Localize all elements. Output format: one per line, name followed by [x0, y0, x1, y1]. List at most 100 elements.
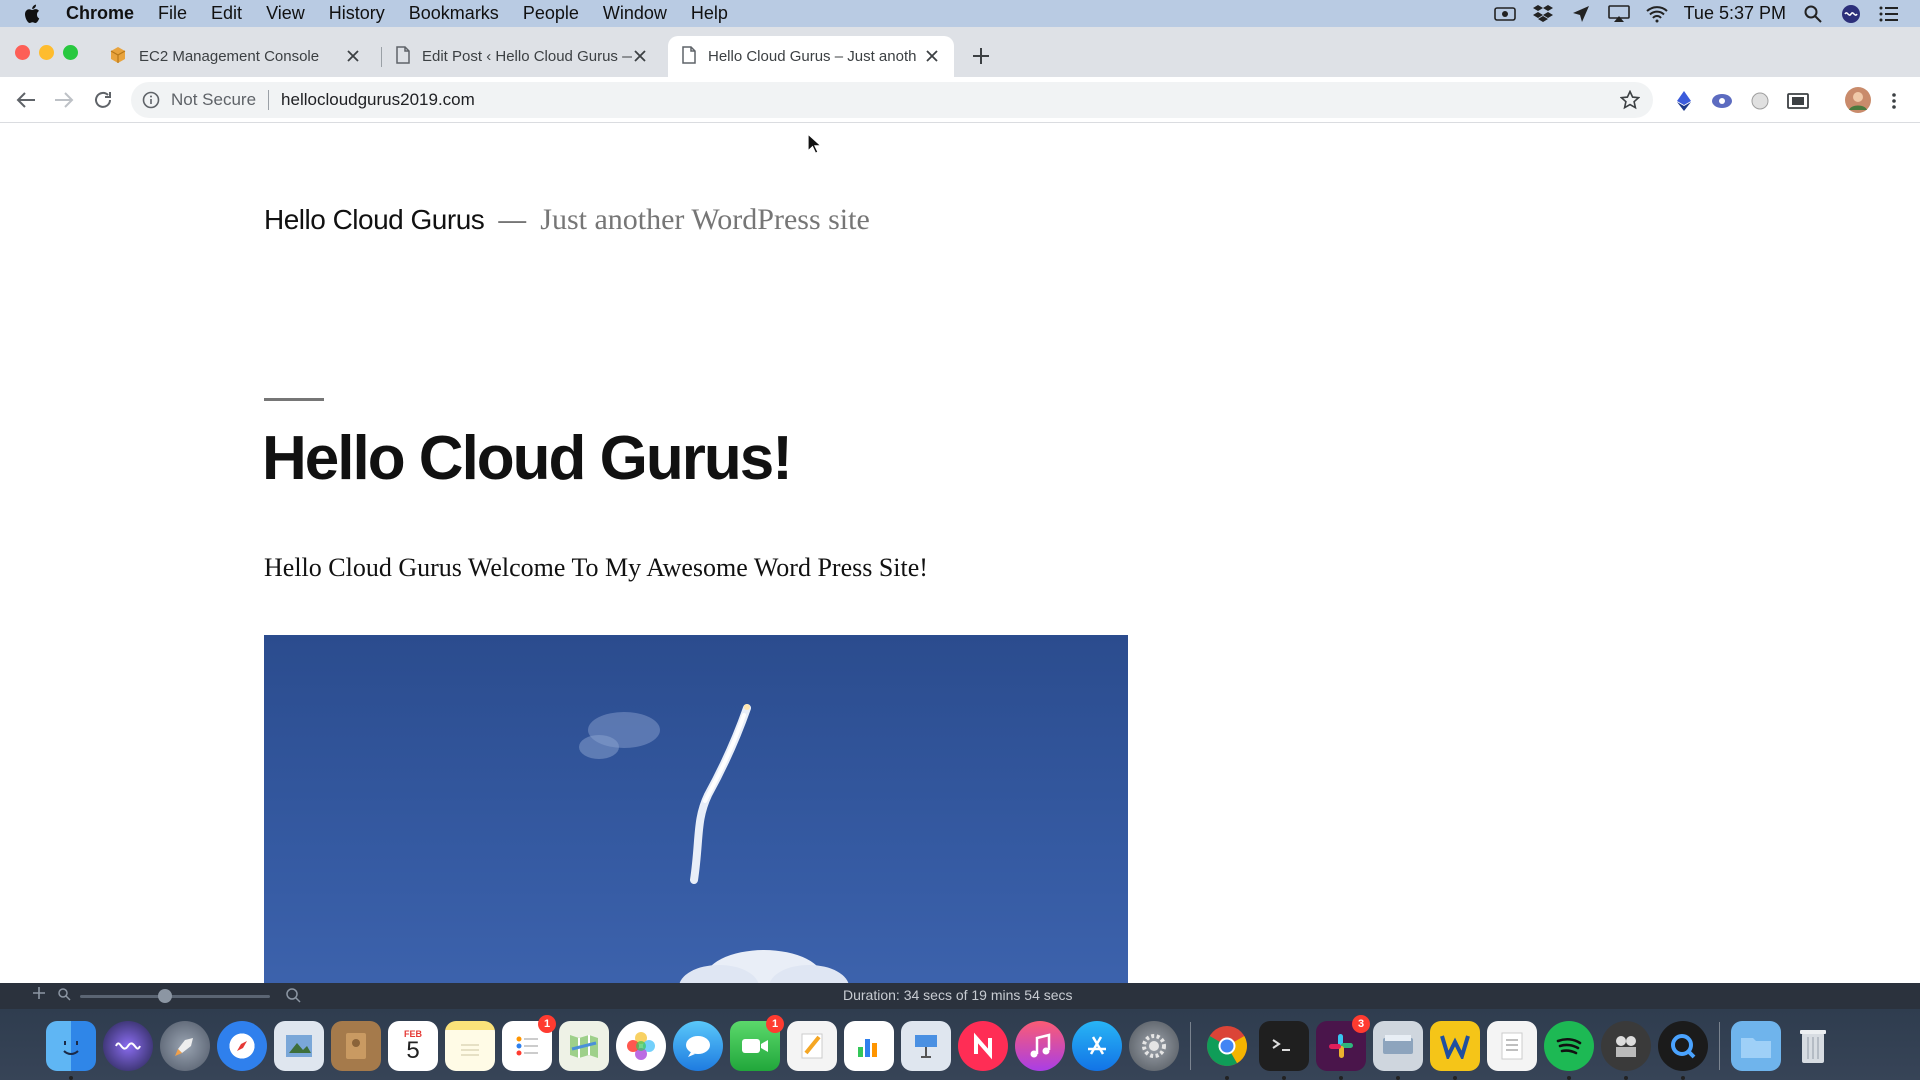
itunes-music-icon[interactable] [1015, 1021, 1065, 1071]
finder-icon[interactable] [46, 1021, 96, 1080]
video-editor-clapper-icon[interactable] [1601, 1021, 1651, 1080]
tab-title: Edit Post ‹ Hello Cloud Gurus — [422, 48, 632, 65]
page-icon [682, 45, 696, 68]
mouse-cursor-icon [807, 132, 823, 155]
recording-duration: Duration: 34 secs of 19 mins 54 secs [843, 987, 1073, 1003]
zoom-in-icon[interactable] [286, 988, 301, 1006]
menu-help[interactable]: Help [679, 3, 740, 24]
app-store-icon[interactable] [1072, 1021, 1122, 1071]
video-camera-icon[interactable] [1493, 3, 1516, 25]
info-circle-icon[interactable] [141, 90, 161, 110]
window-minimize-button[interactable] [39, 45, 54, 60]
zoom-out-icon[interactable] [58, 988, 71, 1004]
macos-dock: FEB 5 1 1 3 [46, 1015, 1838, 1080]
reminders-icon[interactable]: 1 [502, 1015, 556, 1071]
profile-avatar[interactable] [1843, 85, 1873, 115]
menu-bar-status-area: Tue 5:37 PM [1493, 0, 1920, 27]
launchpad-rocket-icon[interactable] [160, 1021, 210, 1071]
tab-hello-cloud-gurus[interactable]: Hello Cloud Gurus – Just anoth [668, 36, 954, 77]
extension-eye-icon[interactable] [1710, 89, 1734, 113]
safari-compass-icon[interactable] [217, 1021, 267, 1071]
numbers-chart-icon[interactable] [844, 1021, 894, 1071]
menu-view[interactable]: View [254, 3, 317, 24]
pages-icon[interactable] [787, 1021, 837, 1071]
menu-edit[interactable]: Edit [199, 3, 254, 24]
browser-toolbar: Not Secure hellocloudgurus2019.com [0, 77, 1920, 123]
menu-history[interactable]: History [317, 3, 397, 24]
siri-app-icon[interactable] [103, 1021, 153, 1071]
extension-circle-icon[interactable] [1748, 89, 1772, 113]
dock-separator [1719, 1022, 1720, 1070]
trash-icon[interactable] [1788, 1021, 1838, 1071]
forward-arrow-icon[interactable] [52, 88, 76, 112]
dock-separator [1190, 1022, 1191, 1070]
messages-bubble-icon[interactable] [673, 1021, 723, 1071]
textedit-icon[interactable] [1487, 1021, 1537, 1071]
zoom-slider-track[interactable] [80, 995, 270, 998]
address-bar[interactable]: Not Secure hellocloudgurus2019.com [131, 82, 1653, 118]
airplay-icon[interactable] [1607, 3, 1630, 25]
terminal-icon[interactable] [1259, 1021, 1309, 1080]
cast-screen-icon[interactable] [1786, 89, 1810, 113]
calendar-icon[interactable]: FEB 5 [388, 1021, 438, 1071]
web-page: Hello Cloud Gurus — Just another WordPre… [0, 123, 1920, 983]
slack-icon[interactable]: 3 [1316, 1015, 1370, 1080]
tab-close-icon[interactable] [924, 48, 940, 64]
menu-people[interactable]: People [511, 3, 591, 24]
menu-window[interactable]: Window [591, 3, 679, 24]
bookmark-star-icon[interactable] [1619, 89, 1641, 111]
tab-edit-post[interactable]: Edit Post ‹ Hello Cloud Gurus — [382, 36, 662, 77]
downloads-folder-icon[interactable] [1731, 1021, 1781, 1071]
ethereum-extension-icon[interactable] [1672, 89, 1696, 113]
wifi-icon[interactable] [1645, 3, 1668, 25]
menu-app-name[interactable]: Chrome [54, 3, 146, 24]
post-title: Hello Cloud Gurus! [262, 424, 793, 493]
chrome-menu-icon[interactable] [1882, 89, 1906, 113]
location-arrow-icon[interactable] [1570, 3, 1592, 25]
calendar-day: 5 [406, 1037, 420, 1064]
photos-icon[interactable] [616, 1021, 666, 1071]
menu-bookmarks[interactable]: Bookmarks [397, 3, 511, 24]
notification-center-icon[interactable] [1878, 3, 1900, 25]
facetime-icon[interactable]: 1 [730, 1015, 784, 1071]
site-description: Just another WordPress site [540, 203, 870, 236]
tab-ec2-console[interactable]: EC2 Management Console [95, 36, 375, 77]
tab-title: EC2 Management Console [139, 48, 320, 65]
tab-close-icon[interactable] [345, 48, 361, 64]
url-text[interactable]: hellocloudgurus2019.com [281, 90, 475, 110]
system-preferences-gear-icon[interactable] [1129, 1021, 1179, 1071]
keynote-podium-icon[interactable] [901, 1021, 951, 1071]
window-close-button[interactable] [15, 45, 30, 60]
reload-icon[interactable] [91, 88, 115, 112]
menu-file[interactable]: File [146, 3, 199, 24]
chrome-icon[interactable] [1202, 1021, 1252, 1080]
maps-icon[interactable] [559, 1021, 609, 1071]
reminders-badge: 1 [538, 1015, 556, 1033]
add-icon[interactable] [32, 986, 46, 1003]
contacts-book-icon[interactable] [331, 1021, 381, 1071]
apple-menu-icon[interactable] [22, 3, 44, 25]
security-status[interactable]: Not Secure [171, 90, 256, 110]
spotlight-search-icon[interactable] [1802, 3, 1824, 25]
preview-photo-icon[interactable] [274, 1021, 324, 1071]
back-arrow-icon[interactable] [14, 88, 38, 112]
window-zoom-button[interactable] [63, 45, 78, 60]
site-title[interactable]: Hello Cloud Gurus [264, 204, 485, 236]
news-icon[interactable] [958, 1021, 1008, 1071]
spotify-icon[interactable] [1544, 1021, 1594, 1080]
notes-icon[interactable] [445, 1021, 495, 1071]
address-divider [268, 90, 270, 110]
zoom-slider-knob[interactable] [158, 989, 172, 1003]
quicktime-icon[interactable] [1658, 1021, 1708, 1080]
post-image-rocket-launch [264, 635, 1128, 983]
image-capture-scanner-icon[interactable] [1373, 1021, 1423, 1080]
menu-bar-clock[interactable]: Tue 5:37 PM [1684, 3, 1786, 24]
tab-title: Hello Cloud Gurus – Just anoth [708, 48, 917, 65]
siri-icon[interactable] [1840, 3, 1862, 25]
slack-badge: 3 [1352, 1015, 1370, 1033]
web-w-icon[interactable] [1430, 1021, 1480, 1080]
new-tab-button[interactable] [970, 45, 992, 67]
tab-close-icon[interactable] [632, 48, 648, 64]
dropbox-icon[interactable] [1532, 3, 1554, 25]
site-header: Hello Cloud Gurus — Just another WordPre… [264, 203, 870, 237]
